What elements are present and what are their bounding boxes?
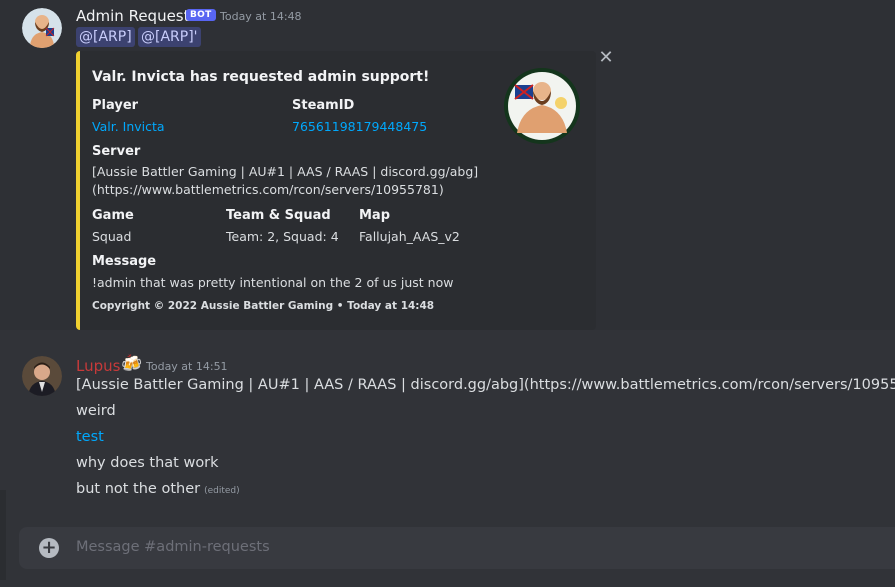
- server-value-line1: [Aussie Battler Gaming | AU#1 | AAS / RA…: [92, 164, 479, 179]
- field-name-steamid: SteamID: [292, 98, 355, 113]
- message-value: !admin that was pretty intentional on th…: [92, 275, 454, 290]
- user-avatar[interactable]: [22, 356, 62, 396]
- embed-title: Valr. Invicta has requested admin suppor…: [92, 69, 430, 85]
- message-line: [Aussie Battler Gaming | AU#1 | AAS / RA…: [76, 377, 895, 393]
- field-name-server: Server: [92, 144, 141, 159]
- sidebar-edge: [0, 490, 6, 580]
- message-input[interactable]: Message #admin-requests: [76, 539, 270, 555]
- message-text: but not the other: [76, 481, 201, 497]
- map-value: Fallujah_AAS_v2: [359, 229, 460, 244]
- field-name-map: Map: [359, 208, 391, 223]
- field-name-message: Message: [92, 254, 157, 269]
- plus-icon[interactable]: +: [39, 538, 59, 558]
- embed-thumbnail[interactable]: [503, 67, 581, 145]
- admin-request-embed: Valr. Invicta has requested admin suppor…: [76, 51, 596, 330]
- edited-label: (edited): [204, 486, 240, 496]
- author-name[interactable]: Admin Request: [76, 7, 190, 25]
- team-squad-value: Team: 2, Squad: 4: [226, 229, 339, 244]
- bot-badge: BOT: [186, 9, 216, 21]
- player-link[interactable]: Valr. Invicta: [92, 119, 165, 134]
- message-line: why does that work: [76, 455, 219, 471]
- message-line-edited: but not the other (edited): [76, 481, 240, 497]
- embed-footer: Copyright © 2022 Aussie Battler Gaming •…: [92, 300, 435, 312]
- role-mention[interactable]: @[ARP]': [138, 27, 201, 47]
- game-value: Squad: [92, 229, 132, 244]
- steamid-link[interactable]: 76561198179448475: [292, 119, 427, 134]
- bearded-muscleman-logo-icon: [504, 68, 580, 144]
- author-name[interactable]: Lupus: [76, 357, 120, 375]
- message-line: weird: [76, 403, 116, 419]
- message-link[interactable]: test: [76, 429, 104, 445]
- field-name-team-squad: Team & Squad: [226, 208, 331, 223]
- role-mention[interactable]: @[ARP]: [76, 27, 135, 47]
- server-value-line2: (https://www.battlemetrics.com/rcon/serv…: [92, 182, 444, 197]
- field-name-player: Player: [92, 98, 139, 113]
- beer-icon: 🍻: [121, 354, 143, 374]
- message-composer[interactable]: + Message #admin-requests: [19, 527, 895, 569]
- close-icon[interactable]: ✕: [598, 49, 614, 67]
- field-name-game: Game: [92, 208, 134, 223]
- bot-avatar[interactable]: [22, 8, 62, 48]
- message-timestamp[interactable]: Today at 14:51: [146, 360, 228, 373]
- message-timestamp[interactable]: Today at 14:48: [220, 10, 302, 23]
